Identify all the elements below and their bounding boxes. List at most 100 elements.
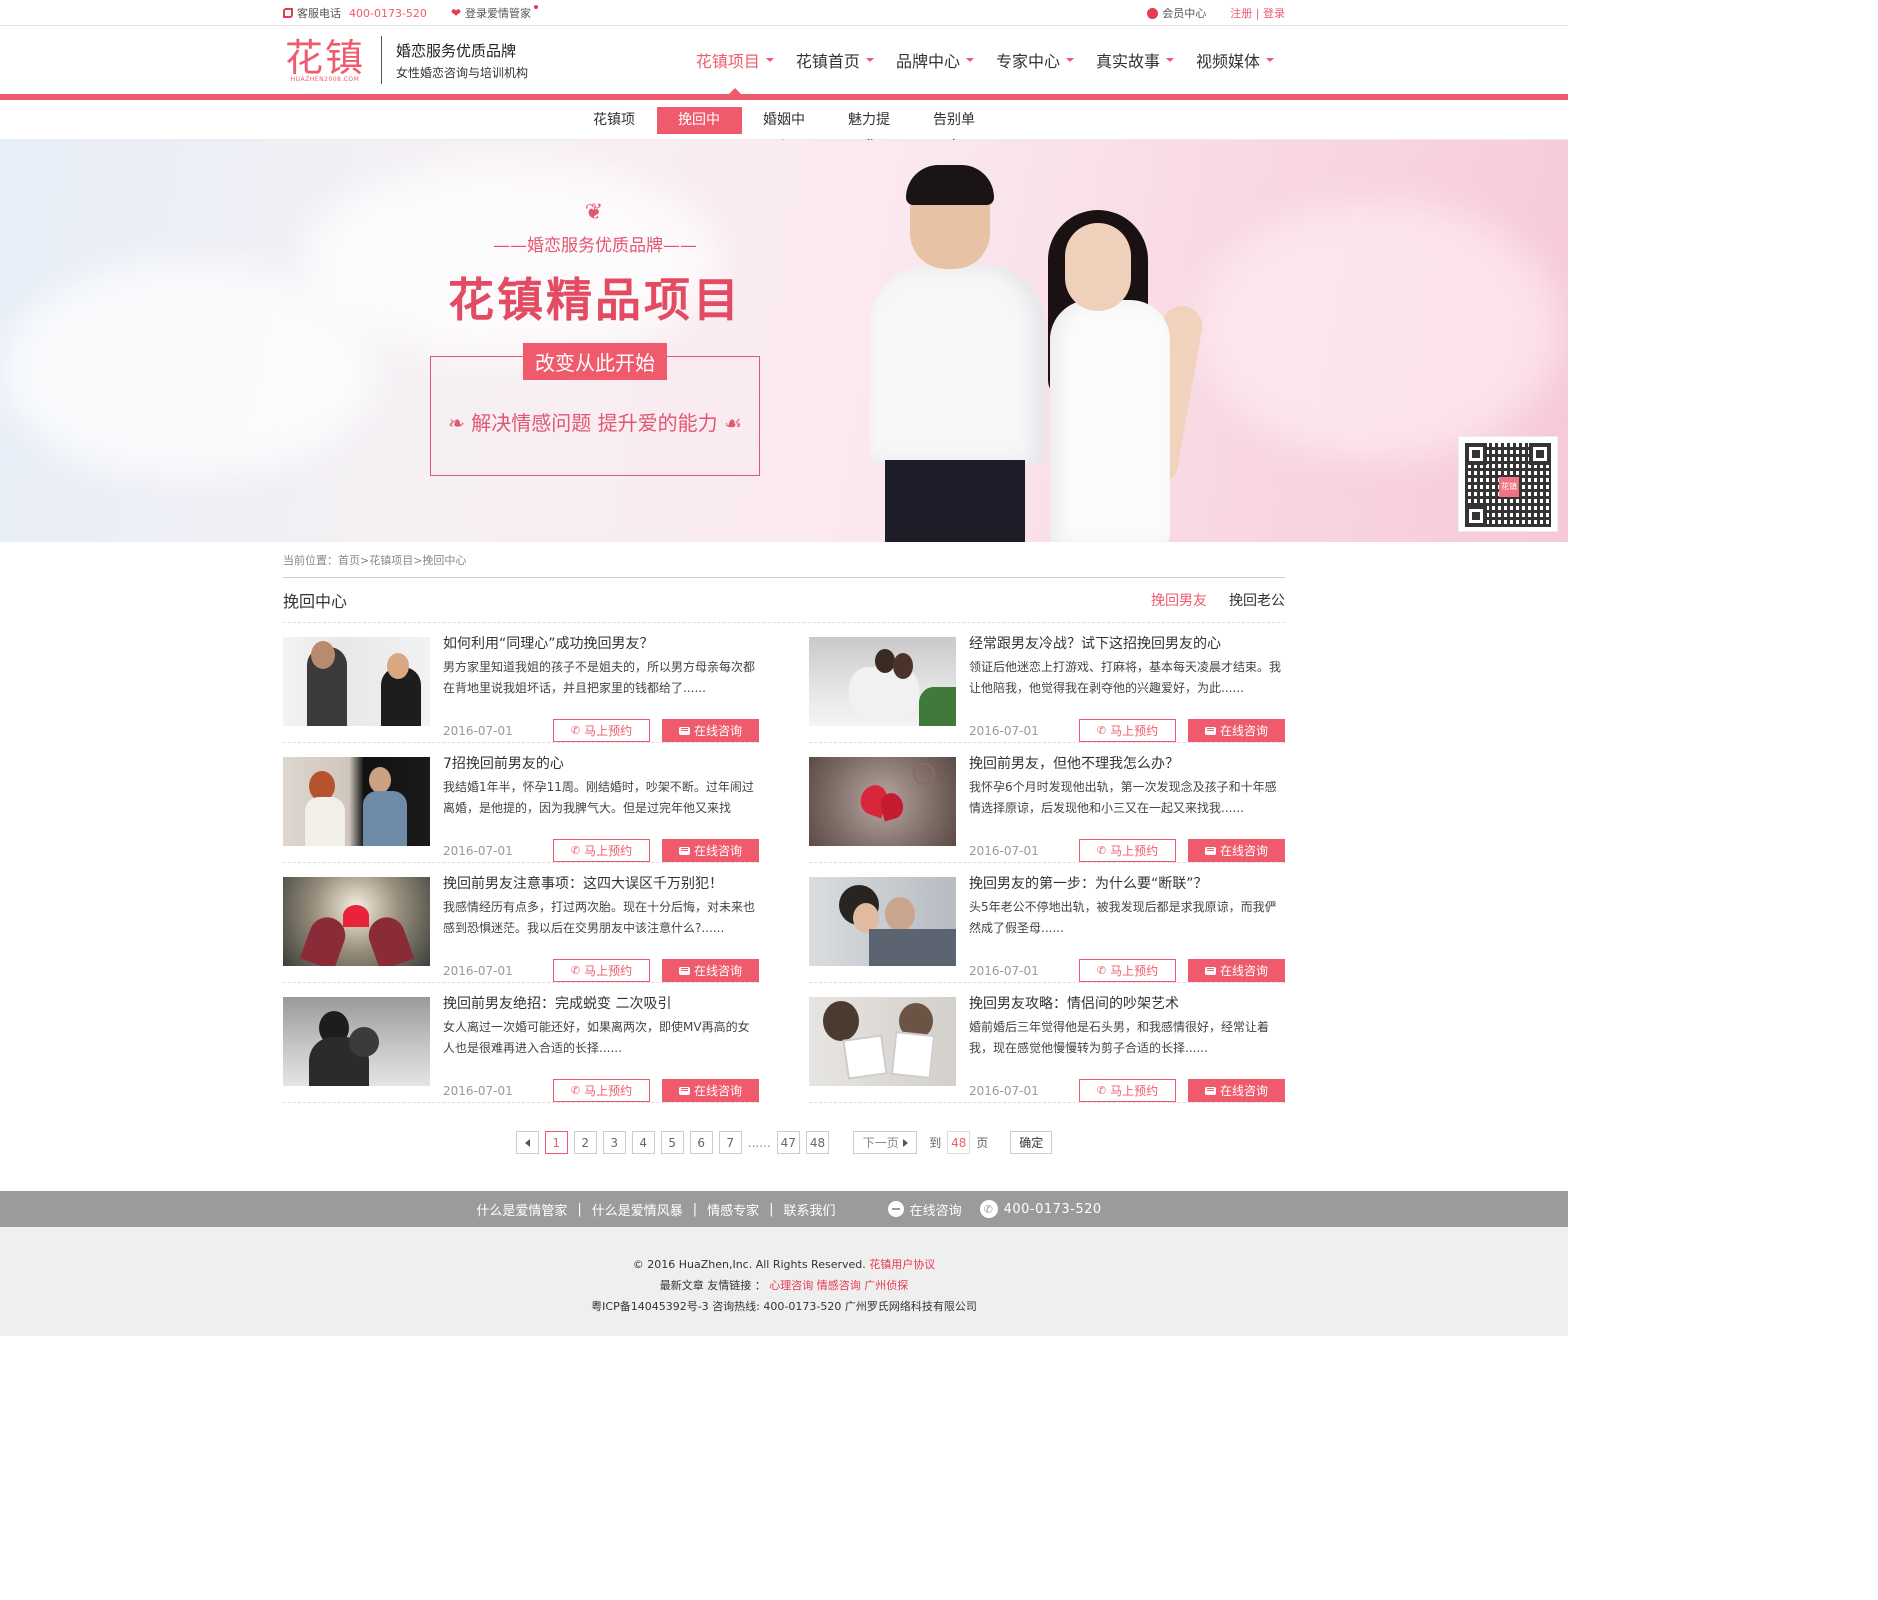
online-consult-button[interactable]: 在线咨询	[1188, 719, 1285, 742]
register-link[interactable]: 注册	[1230, 7, 1252, 20]
footer-phone: ✆ 400-0173-520	[979, 1200, 1102, 1218]
subnav-item-recovery[interactable]: 挽回中心	[656, 106, 742, 155]
phone-label: 客服电话	[297, 7, 341, 20]
phone-icon: ✆	[1096, 724, 1107, 737]
goto-page-input[interactable]: 48	[947, 1131, 971, 1154]
footer-link-contact[interactable]: 联系我们	[774, 1200, 846, 1219]
article-thumbnail[interactable]	[809, 757, 956, 846]
chat-icon	[678, 846, 690, 855]
flourish-icon: ❧	[448, 411, 465, 435]
article-thumbnail[interactable]	[809, 877, 956, 966]
nav-item-stories[interactable]: 真实故事	[1085, 26, 1185, 94]
man-figure-legs	[885, 460, 1025, 542]
user-agreement-link[interactable]: 花镇用户协议	[869, 1258, 935, 1271]
breadcrumb[interactable]: 当前位置：首页>花镇项目>挽回中心	[283, 542, 1285, 578]
article-thumbnail[interactable]	[809, 637, 956, 726]
article-title[interactable]: 如何利用“同理心”成功挽回男友？	[443, 637, 759, 651]
article-title[interactable]: 挽回前男友绝招：完成蜕变 二次吸引	[443, 997, 759, 1011]
article-card: 如何利用“同理心”成功挽回男友？ 男方家里知道我姐的孩子不是姐夫的，所以男方母亲…	[283, 623, 759, 743]
article-thumbnail[interactable]	[283, 877, 430, 966]
article-title[interactable]: 7招挽回前男友的心	[443, 757, 759, 771]
latest-articles-link[interactable]: 最新文章	[660, 1279, 704, 1292]
page-button[interactable]: 7	[718, 1131, 742, 1154]
article-thumbnail[interactable]	[809, 997, 956, 1086]
article-date: 2016-07-01	[969, 963, 1039, 978]
article-thumbnail[interactable]	[283, 637, 430, 726]
logo[interactable]: 花镇 HUAZHEN2008.COM	[283, 38, 367, 83]
book-now-button[interactable]: ✆ 马上预约	[1079, 839, 1176, 862]
slogan: 婚恋服务优质品牌 女性婚恋咨询与培训机构	[396, 40, 528, 81]
article-date: 2016-07-01	[443, 1083, 513, 1098]
book-now-button[interactable]: ✆ 马上预约	[553, 839, 650, 862]
pagination: 1 2 3 4 5 6 7 ...... 47 48 下一页 到 48 页 确定	[283, 1131, 1285, 1154]
chat-icon	[1204, 1086, 1216, 1095]
article-title[interactable]: 经常跟男友冷战？试下这招挽回男友的心	[969, 637, 1285, 651]
book-now-button[interactable]: ✆ 马上预约	[1079, 719, 1176, 742]
footer-link-experts[interactable]: 情感专家	[697, 1200, 769, 1219]
subnav-item-singles[interactable]: 告别单身	[912, 107, 997, 155]
book-now-button[interactable]: ✆ 马上预约	[1079, 959, 1176, 982]
article-thumbnail[interactable]	[283, 997, 430, 1086]
friend-link[interactable]: 情感咨询	[817, 1279, 861, 1292]
book-now-button[interactable]: ✆ 马上预约	[553, 959, 650, 982]
next-page-button[interactable]: 下一页	[853, 1131, 918, 1154]
sub-nav: 花镇项目 挽回中心 婚姻中心 魅力提升 告别单身	[0, 100, 1568, 155]
footer-link-storm[interactable]: 什么是爱情风暴	[582, 1200, 693, 1219]
friend-link[interactable]: 广州侦探	[864, 1279, 908, 1292]
nav-item-media[interactable]: 视频媒体	[1185, 26, 1285, 94]
tab-recover-boyfriend[interactable]: 挽回男友	[1151, 590, 1207, 610]
book-now-button[interactable]: ✆ 马上预约	[1079, 1079, 1176, 1102]
man-figure-hair	[906, 165, 994, 205]
footer-online-consult[interactable]: 在线咨询	[887, 1200, 962, 1219]
qr-logo: 花镇	[1499, 477, 1519, 497]
book-now-button[interactable]: ✆ 马上预约	[553, 1079, 650, 1102]
subnav-item-projects[interactable]: 花镇项目	[572, 107, 657, 155]
subnav-item-marriage[interactable]: 婚姻中心	[742, 107, 827, 155]
online-consult-label: 在线咨询	[1219, 964, 1268, 978]
online-consult-button[interactable]: 在线咨询	[1188, 839, 1285, 862]
book-now-button[interactable]: ✆ 马上预约	[553, 719, 650, 742]
online-consult-button[interactable]: 在线咨询	[662, 1079, 759, 1102]
nav-item-projects[interactable]: 花镇项目	[685, 26, 785, 94]
page-button[interactable]: 47	[776, 1131, 800, 1154]
online-consult-button[interactable]: 在线咨询	[662, 719, 759, 742]
tab-recover-husband[interactable]: 挽回老公	[1229, 590, 1285, 610]
article-title[interactable]: 挽回男友攻略：情侣间的吵架艺术	[969, 997, 1285, 1011]
qr-code[interactable]: 花镇	[1458, 436, 1558, 532]
page-button[interactable]: 6	[689, 1131, 713, 1154]
page-button[interactable]: 2	[573, 1131, 597, 1154]
footer-link-manager[interactable]: 什么是爱情管家	[466, 1200, 577, 1219]
page-button[interactable]: 4	[631, 1131, 655, 1154]
hero-banner: ❦ ——婚恋服务优质品牌—— 花镇精品项目 改变从此开始 ❧ 解决情感问题 提升…	[0, 140, 1568, 542]
login-link[interactable]: 登录	[1263, 7, 1285, 20]
nav-label: 花镇首页	[795, 52, 860, 71]
page-button[interactable]: 3	[602, 1131, 626, 1154]
page-button[interactable]: 1	[544, 1131, 568, 1154]
online-consult-button[interactable]: 在线咨询	[662, 839, 759, 862]
member-center-link[interactable]: 会员中心	[1162, 5, 1206, 21]
page-button[interactable]: 48	[805, 1131, 830, 1154]
login-manager-link[interactable]: ❤ 登录爱情管家	[451, 5, 538, 21]
nav-item-brand[interactable]: 品牌中心	[885, 26, 985, 94]
chat-icon	[1204, 726, 1216, 735]
logo-cn: 花镇	[284, 35, 365, 80]
article-card: 挽回男友的第一步：为什么要“断联”？ 头5年老公不停地出轨，被我发现后都是求我原…	[809, 863, 1285, 983]
article-title[interactable]: 挽回男友的第一步：为什么要“断联”？	[969, 877, 1285, 891]
online-consult-button[interactable]: 在线咨询	[662, 959, 759, 982]
prev-page-button[interactable]	[515, 1131, 539, 1154]
nav-item-home[interactable]: 花镇首页	[785, 26, 885, 94]
subnav-item-charm[interactable]: 魅力提升	[827, 107, 912, 155]
article-title[interactable]: 挽回前男友，但他不理我怎么办？	[969, 757, 1285, 771]
article-thumbnail[interactable]	[283, 757, 430, 846]
article-title[interactable]: 挽回前男友注意事项：这四大误区千万别犯！	[443, 877, 759, 891]
page-button[interactable]: 5	[660, 1131, 684, 1154]
online-consult-button[interactable]: 在线咨询	[1188, 959, 1285, 982]
goto-confirm-button[interactable]: 确定	[1010, 1131, 1053, 1154]
nav-item-experts[interactable]: 专家中心	[985, 26, 1085, 94]
ornament-icon: ❦	[584, 200, 606, 225]
online-consult-button[interactable]: 在线咨询	[1188, 1079, 1285, 1102]
footer-links-row: 最新文章 友情链接 ： 心理咨询 情感咨询 广州侦探	[0, 1275, 1568, 1296]
top-bar: 客服电话 400-0173-520 ❤ 登录爱情管家 会员中心 注册 | 登录	[0, 0, 1568, 26]
friend-link[interactable]: 心理咨询	[769, 1279, 813, 1292]
book-now-label: 马上预约	[1110, 724, 1159, 738]
